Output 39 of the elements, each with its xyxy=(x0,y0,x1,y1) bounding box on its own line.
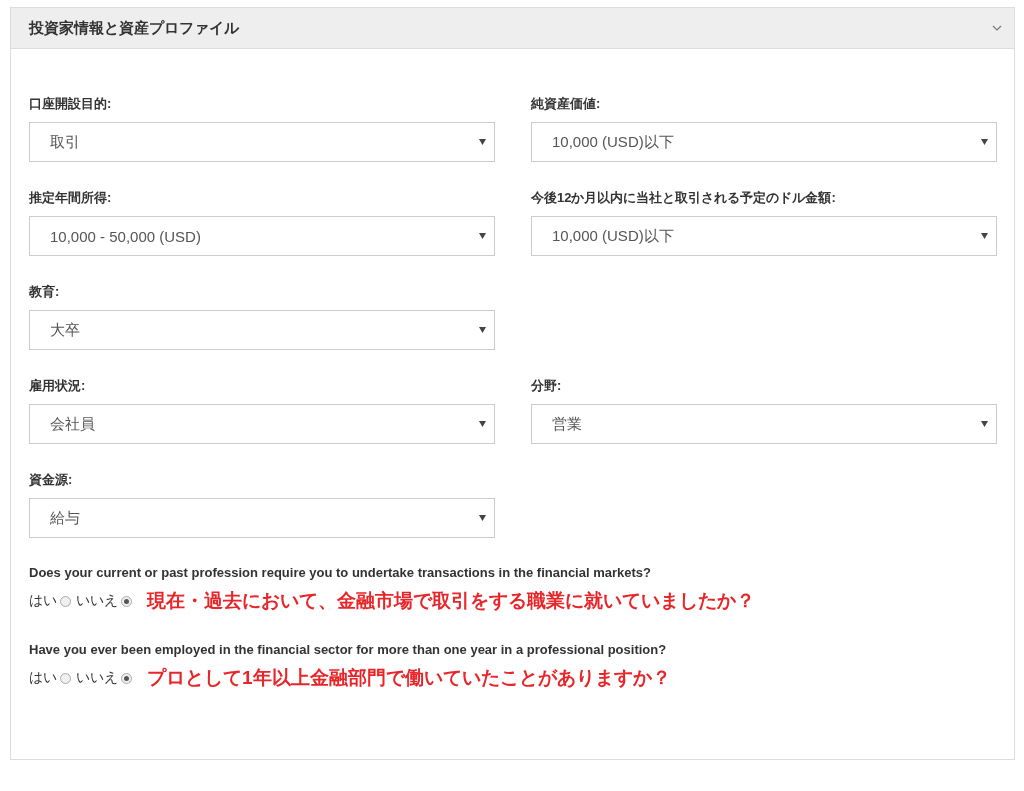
dropdown-select[interactable]: 10,000 (USD)以下 xyxy=(531,216,997,256)
radio-button[interactable] xyxy=(60,595,71,607)
field-label: 推定年間所得: xyxy=(29,189,113,206)
field-label: 分野: xyxy=(531,377,563,394)
radio-button[interactable] xyxy=(60,672,71,684)
dropdown-select[interactable]: 大卒 xyxy=(29,310,495,350)
annotation-text: プロとして1年以上金融部門で働いていたことがありますか？ xyxy=(147,666,671,690)
field-label: 口座開設目的: xyxy=(29,95,113,112)
field-label: 今後12か月以内に当社と取引される予定のドル金額: xyxy=(531,189,837,206)
dropdown-select[interactable]: 10,000 (USD)以下 xyxy=(531,122,997,162)
panel-title: 投資家情報と資産プロファイル xyxy=(29,18,239,38)
radio-button[interactable] xyxy=(121,672,132,684)
question-text: Does your current or past profession require you to undertake transactions in the financial markets? xyxy=(29,565,652,580)
caret-icon xyxy=(981,139,988,145)
option-label: はい xyxy=(29,592,57,610)
annotation-text: 現在・過去において、金融市場で取引をする職業に就いていましたか？ xyxy=(147,589,755,613)
dropdown-select[interactable]: 取引 xyxy=(29,122,495,162)
caret-icon xyxy=(479,139,486,145)
radio-button[interactable] xyxy=(121,595,132,607)
field-label: 雇用状況: xyxy=(29,377,87,394)
caret-icon xyxy=(479,515,486,521)
field-label: 資金源: xyxy=(29,471,74,488)
option-label: はい xyxy=(29,669,57,687)
caret-icon xyxy=(981,421,988,427)
caret-icon xyxy=(479,327,486,333)
dropdown-select[interactable]: 営業 xyxy=(531,404,997,444)
dropdown-select[interactable]: 10,000 - 50,000 (USD) xyxy=(29,216,495,256)
caret-icon xyxy=(479,233,486,239)
dropdown-select[interactable]: 給与 xyxy=(29,498,495,538)
option-label: いいえ xyxy=(76,669,118,687)
panel-header[interactable]: 投資家情報と資産プロファイル xyxy=(11,8,1014,49)
field-label: 教育: xyxy=(29,283,61,300)
question-text: Have you ever been employed in the financial sector for more than one year in a professional position? xyxy=(29,642,668,657)
chevron-icon[interactable] xyxy=(992,25,1002,31)
dropdown-select[interactable]: 会社員 xyxy=(29,404,495,444)
option-label: いいえ xyxy=(76,592,118,610)
caret-icon xyxy=(981,233,988,239)
field-label: 純資産価値: xyxy=(531,95,602,112)
caret-icon xyxy=(479,421,486,427)
